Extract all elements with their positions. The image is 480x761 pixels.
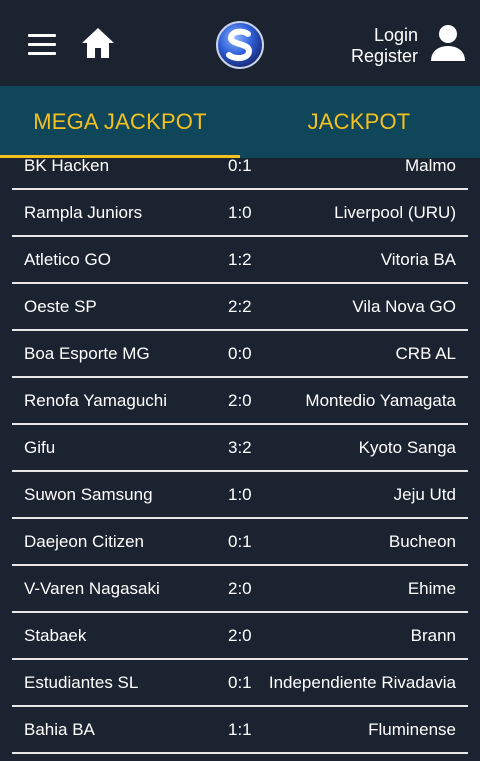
away-team: Ehime (407, 579, 456, 598)
match-row[interactable]: Daejeon Citizen 0:1 Bucheon (12, 519, 468, 566)
home-team: Rampla Juniors (24, 203, 143, 222)
match-row[interactable]: Renofa Yamaguchi 2:0 Montedio Yamagata (12, 378, 468, 425)
match-score: 1:1 (228, 720, 252, 739)
away-team: Vitoria BA (380, 250, 456, 269)
home-team: Bahia BA (24, 720, 95, 739)
match-row[interactable]: Rampla Juniors 1:0 Liverpool (URU) (12, 190, 468, 237)
home-team: Daejeon Citizen (24, 532, 145, 551)
match-score: 2:0 (228, 391, 252, 410)
match-row[interactable]: Suwon Samsung 1:0 Jeju Utd (12, 472, 468, 519)
jackpot-tabs: MEGA JACKPOT JACKPOT (0, 86, 480, 158)
home-team: V-Varen Nagasaki (24, 579, 160, 598)
tab-jackpot[interactable]: JACKPOT (239, 86, 479, 158)
home-icon[interactable] (80, 26, 116, 60)
home-team: Renofa Yamaguchi (24, 391, 168, 410)
hamburger-menu-icon[interactable] (28, 34, 56, 56)
home-team: Stabaek (24, 626, 87, 645)
home-team: Estudiantes SL (24, 673, 139, 692)
away-team: Liverpool (URU) (334, 203, 456, 222)
away-team: Jeju Utd (393, 485, 456, 504)
home-team: Suwon Samsung (24, 485, 153, 504)
match-row[interactable]: Bahia BA 1:1 Fluminense (12, 707, 468, 754)
match-score: 2:2 (228, 297, 252, 316)
away-team: Kyoto Sanga (358, 438, 456, 457)
match-results-list[interactable]: BK Hacken 0:1 Malmo Rampla Juniors 1:0 L… (12, 158, 468, 761)
register-link[interactable]: Register (351, 46, 418, 67)
match-score: 0:0 (228, 344, 252, 363)
match-score: 2:0 (228, 626, 252, 645)
match-score: 1:2 (228, 250, 252, 269)
site-logo-icon[interactable] (215, 20, 265, 70)
match-row[interactable]: Atletico GO 1:2 Vitoria BA (12, 237, 468, 284)
match-row[interactable]: Oeste SP 2:2 Vila Nova GO (12, 284, 468, 331)
home-team: Atletico GO (24, 250, 111, 269)
match-row[interactable]: Stabaek 2:0 Brann (12, 613, 468, 660)
match-row[interactable]: Estudiantes SL 0:1 Independiente Rivadav… (12, 660, 468, 707)
tab-label: MEGA JACKPOT (33, 109, 207, 134)
away-team: CRB AL (395, 344, 456, 363)
match-score: 1:0 (228, 203, 252, 222)
home-team: Boa Esporte MG (24, 344, 150, 363)
match-row[interactable]: Boa Esporte MG 0:0 CRB AL (12, 331, 468, 378)
away-team: Brann (410, 626, 456, 645)
match-score: 0:1 (228, 532, 252, 551)
away-team: Malmo (404, 158, 456, 175)
match-row[interactable]: Gifu 3:2 Kyoto Sanga (12, 425, 468, 472)
user-account-icon[interactable] (430, 24, 466, 62)
match-score: 1:0 (228, 485, 252, 504)
home-team: BK Hacken (24, 158, 110, 175)
top-app-bar: Login Register (0, 0, 480, 86)
tab-label: JACKPOT (307, 109, 411, 134)
match-score: 3:2 (228, 438, 252, 457)
match-score: 0:1 (228, 673, 252, 692)
home-team: Gifu (24, 438, 56, 457)
match-score: 0:1 (228, 158, 252, 175)
login-link[interactable]: Login (351, 25, 418, 46)
match-row[interactable]: V-Varen Nagasaki 2:0 Ehime (12, 566, 468, 613)
away-team: Bucheon (388, 532, 456, 551)
tab-mega-jackpot[interactable]: MEGA JACKPOT (0, 86, 240, 158)
away-team: Vila Nova GO (352, 297, 456, 316)
match-score: 2:0 (228, 579, 252, 598)
match-row[interactable]: BK Hacken 0:1 Malmo (12, 158, 468, 190)
auth-links: Login Register (351, 25, 418, 67)
away-team: Fluminense (368, 720, 456, 739)
away-team: Montedio Yamagata (305, 391, 456, 410)
away-team: Independiente Rivadavia (268, 673, 456, 692)
home-team: Oeste SP (24, 297, 97, 316)
